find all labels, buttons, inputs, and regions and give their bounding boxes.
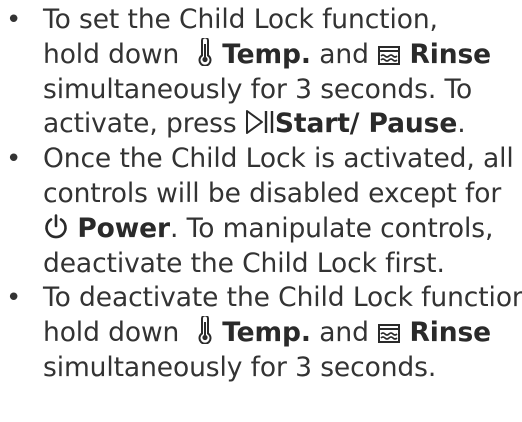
rinse-icon: [377, 322, 401, 344]
start-pause-label: Start/ Pause: [274, 108, 458, 140]
instruction-text: Once the Child Lock is activated, all: [43, 143, 514, 175]
line: hold down Temp. and Rinse: [43, 316, 522, 351]
bullet: •: [6, 144, 22, 175]
thermometer-icon: [196, 37, 214, 66]
start-pause-icon: [245, 109, 275, 135]
line: simultaneously for 3 seconds.: [43, 351, 522, 386]
power-icon: [43, 213, 69, 240]
instruction-deactivate-child-lock: • To deactivate the Child Lock function,…: [0, 281, 522, 385]
instruction-activated: • Once the Child Lock is activated, all …: [0, 142, 522, 281]
power-label: Power: [77, 212, 170, 244]
instruction-text: .: [457, 108, 466, 140]
thermometer-icon: [196, 316, 214, 345]
instruction-text: activate, press: [43, 108, 237, 140]
bullet: •: [6, 5, 22, 35]
instruction-text: simultaneously for 3 seconds.: [43, 351, 437, 383]
instruction-text: deactivate the Child Lock first.: [43, 247, 445, 279]
child-lock-instructions: • To set the Child Lock function, hold d…: [0, 0, 522, 386]
line: activate, press Start/ Pause.: [43, 107, 522, 142]
instruction-text: To set the Child Lock function,: [43, 4, 438, 35]
instruction-text: and: [319, 317, 369, 349]
instruction-text: To deactivate the Child Lock function,: [43, 282, 522, 314]
rinse-label: Rinse: [409, 317, 492, 349]
line: controls will be disabled except for: [43, 177, 522, 212]
instruction-text: hold down: [43, 38, 180, 70]
temp-label: Temp.: [222, 317, 311, 349]
bullet: •: [6, 283, 22, 314]
line: deactivate the Child Lock first.: [43, 247, 522, 282]
line: Power. To manipulate controls,: [43, 212, 522, 247]
instruction-text: simultaneously for 3 seconds. To: [43, 73, 473, 105]
rinse-icon: [377, 44, 401, 66]
instruction-text: controls will be disabled except for: [43, 177, 502, 209]
temp-label: Temp.: [222, 38, 311, 70]
line: hold down Temp. and Rinse: [43, 37, 522, 73]
line: Once the Child Lock is activated, all: [43, 142, 522, 177]
line: simultaneously for 3 seconds. To: [43, 73, 522, 108]
rinse-label: Rinse: [409, 38, 492, 70]
instruction-text: and: [319, 38, 369, 70]
instruction-text: . To manipulate controls,: [169, 212, 494, 244]
line: To set the Child Lock function,: [43, 3, 522, 38]
line: To deactivate the Child Lock function,: [43, 281, 522, 316]
instruction-set-child-lock: • To set the Child Lock function, hold d…: [0, 3, 522, 142]
instruction-text: hold down: [43, 317, 180, 349]
